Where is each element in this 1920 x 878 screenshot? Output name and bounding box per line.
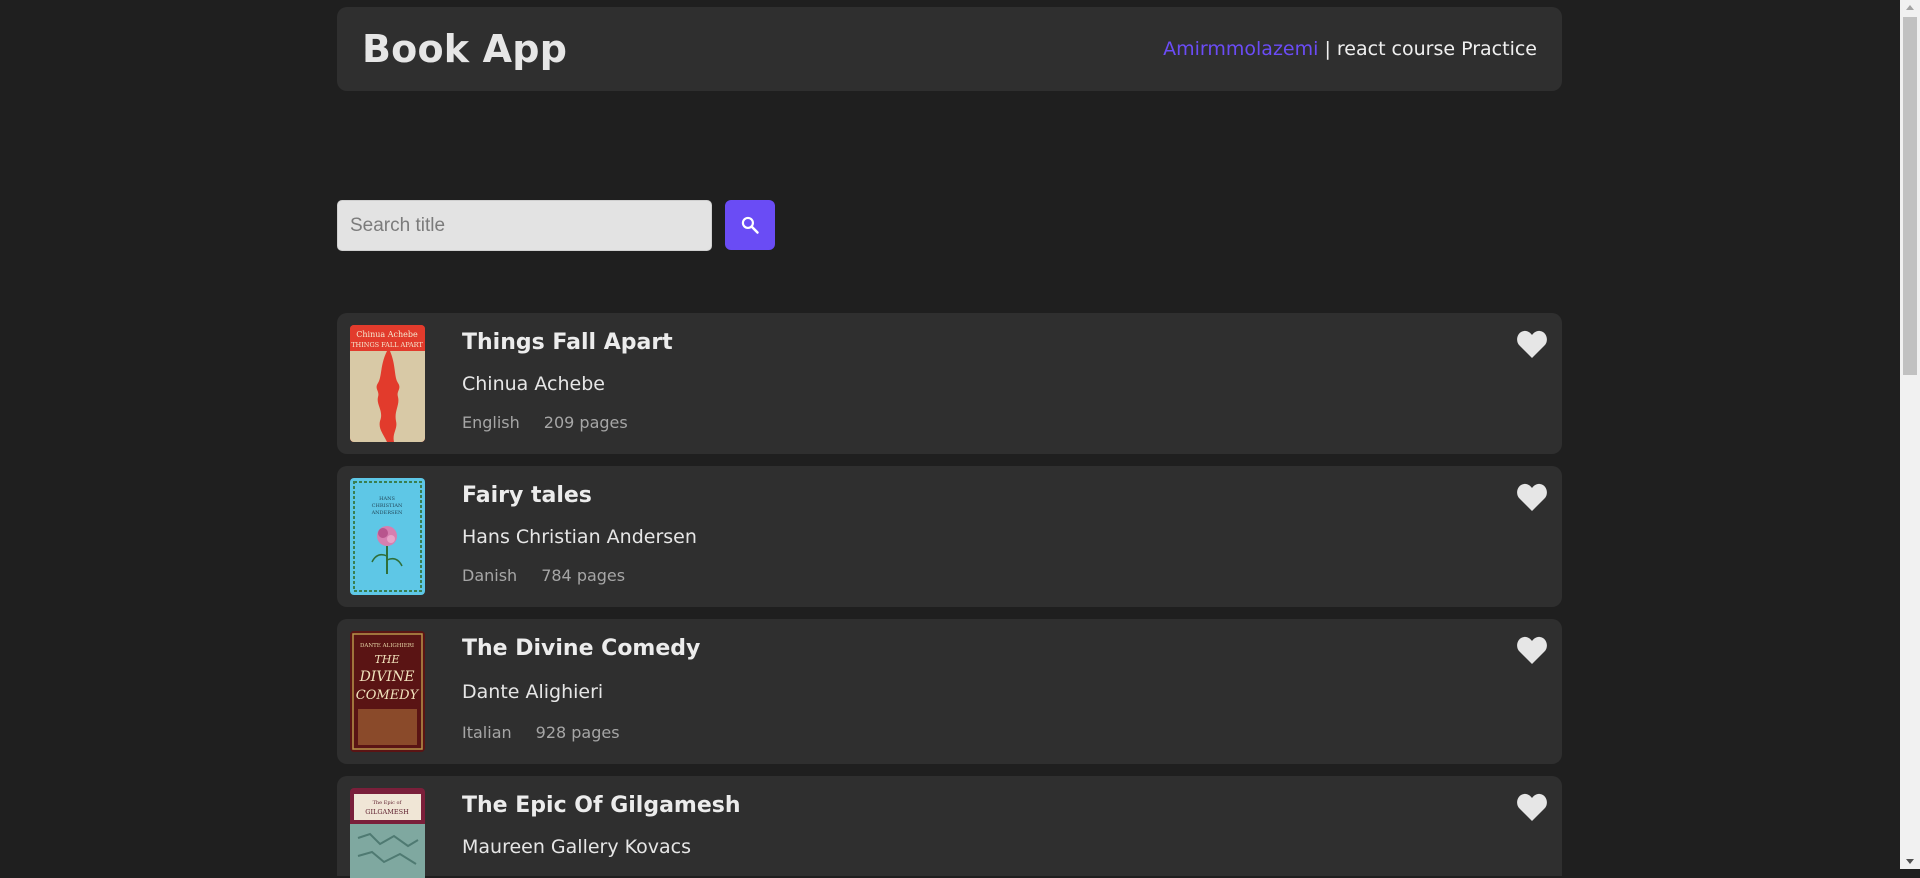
book-card[interactable]: DANTE ALIGHIERI THE DIVINE COMEDY The Di… [337,619,1562,764]
book-card[interactable]: The Epic of GILGAMESH The Epic Of Gilgam… [337,776,1562,878]
book-info: Fairy tales Hans Christian Andersen Dani… [462,478,697,595]
search-icon [741,216,759,234]
book-pages: 928 pages [535,723,620,742]
cover-text: HANS [379,496,395,502]
author-link[interactable]: Amirmmolazemi [1163,38,1318,60]
book-cover: DANTE ALIGHIERI THE DIVINE COMEDY [350,631,425,752]
book-cover: Chinua Achebe THINGS FALL APART [350,325,425,442]
scroll-down-arrow[interactable] [1906,859,1914,864]
page: Book App Amirmmolazemi | react course Pr… [337,7,1562,878]
header-tagline: react course Practice [1336,38,1537,60]
book-meta: Italian 928 pages [462,723,700,742]
book-title: The Divine Comedy [462,636,701,661]
book-cover: The Epic of GILGAMESH [350,788,425,878]
header-separator: | [1318,38,1337,60]
book-language: Italian [462,723,512,742]
cover-text: THINGS FALL APART [351,341,423,349]
book-author: Hans Christian Andersen [462,526,697,548]
app-header: Book App Amirmmolazemi | react course Pr… [337,7,1562,91]
cover-art: Chinua Achebe THINGS FALL APART [350,325,425,442]
book-pages: 784 pages [541,566,626,585]
book-language: Danish [462,566,518,585]
book-info: Things Fall Apart Chinua Achebe English … [462,325,673,442]
heart-icon[interactable] [1516,635,1548,665]
cover-text: Chinua Achebe [356,330,418,339]
cover-text: DANTE ALIGHIERI [360,643,414,649]
header-credits: Amirmmolazemi | react course Practice [1163,38,1537,60]
scrollbar-thumb[interactable] [1903,17,1917,375]
cover-art: HANS CHRISTIAN ANDERSEN [350,478,425,595]
app-title: Book App [362,27,568,71]
cover-text: DIVINE [359,669,415,685]
search-button[interactable] [725,199,775,250]
book-language: English [462,413,520,432]
book-pages: 209 pages [543,413,628,432]
book-title: The Epic Of Gilgamesh [462,793,741,818]
book-author: Maureen Gallery Kovacs [462,836,692,858]
search-input[interactable] [337,200,712,251]
book-card[interactable]: HANS CHRISTIAN ANDERSEN Fairy tales Hans… [337,466,1562,607]
cover-text: GILGAMESH [365,808,409,816]
cover-text: ANDERSEN [371,510,403,516]
book-info: The Epic Of Gilgamesh Maureen Gallery Ko… [462,788,741,864]
book-author: Dante Alighieri [462,681,604,703]
heart-icon[interactable] [1516,792,1548,822]
scrollbar[interactable] [1900,0,1920,869]
cover-art: DANTE ALIGHIERI THE DIVINE COMEDY [350,631,425,752]
book-author: Chinua Achebe [462,373,605,395]
book-info: The Divine Comedy Dante Alighieri Italia… [462,631,700,752]
cover-art: The Epic of GILGAMESH [350,788,425,878]
cover-text: THE [375,653,400,666]
book-cover: HANS CHRISTIAN ANDERSEN [350,478,425,595]
cover-text: CHRISTIAN [372,503,403,509]
book-list: Chinua Achebe THINGS FALL APART Things F… [337,313,1562,878]
book-card[interactable]: Chinua Achebe THINGS FALL APART Things F… [337,313,1562,454]
heart-icon[interactable] [1516,329,1548,359]
book-title: Things Fall Apart [462,330,673,355]
scroll-up-arrow[interactable] [1906,5,1914,10]
book-meta: Danish 784 pages [462,566,697,585]
book-meta: English 209 pages [462,413,673,432]
cover-text: The Epic of [373,800,403,806]
book-title: Fairy tales [462,483,592,508]
cover-text: COMEDY [356,688,420,703]
search-bar [337,199,1562,251]
heart-icon[interactable] [1516,482,1548,512]
